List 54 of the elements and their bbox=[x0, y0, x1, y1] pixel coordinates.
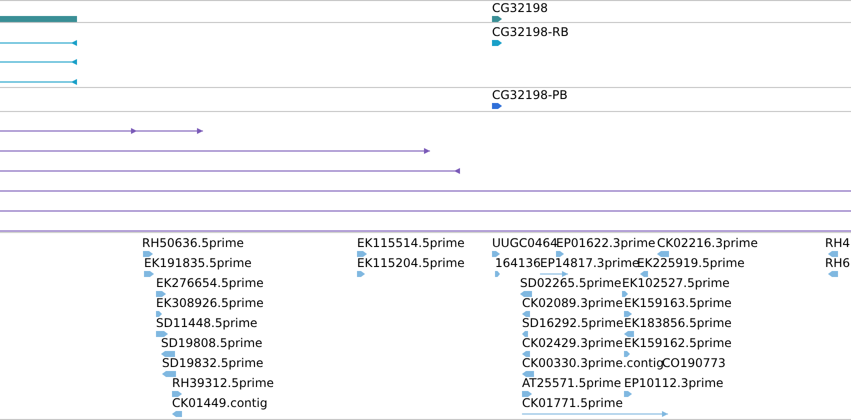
feature-label: CG32198 bbox=[492, 2, 548, 15]
feature-arrow[interactable] bbox=[657, 249, 669, 259]
feature-label: UUGC0464 bbox=[492, 237, 558, 250]
feature-label: CK01771.5prime bbox=[522, 397, 623, 410]
feature-label: EK115204.5prime bbox=[357, 257, 465, 270]
feature-arrow[interactable] bbox=[522, 389, 532, 399]
feature-label: RH6 bbox=[825, 257, 850, 270]
feature-line[interactable] bbox=[540, 269, 568, 279]
feature-label: SD16292.5prime bbox=[522, 317, 624, 330]
feature-arrow[interactable] bbox=[624, 329, 634, 339]
feature-arrow[interactable] bbox=[156, 329, 168, 339]
feature-label: EK115514.5prime bbox=[357, 237, 465, 250]
feature-arrow[interactable] bbox=[522, 329, 528, 339]
feature-arrow[interactable] bbox=[357, 249, 367, 259]
feature-arrow[interactable] bbox=[172, 389, 182, 399]
feature-arrow[interactable] bbox=[522, 309, 530, 319]
feature-label: CG32198-PB bbox=[492, 89, 568, 102]
feature-label: CK02216.3prime bbox=[657, 237, 758, 250]
feature-label: CK01449.contig bbox=[172, 397, 268, 410]
feature-label: EK225919.5prime bbox=[637, 257, 745, 270]
feature-label: EK276654.5prime bbox=[156, 277, 264, 290]
feature-label: 164136 bbox=[495, 257, 541, 270]
feature-label: CK02429.3prime bbox=[522, 337, 623, 350]
feature-label: EK159163.5prime bbox=[624, 297, 732, 310]
feature-label: CK00330.3prime.contig bbox=[522, 357, 664, 370]
feature-arrow[interactable] bbox=[622, 289, 628, 299]
feature-label: RH50636.5prime bbox=[142, 237, 244, 250]
feature-label: EK102527.5prime bbox=[622, 277, 730, 290]
feature-label: SD02265.5prime bbox=[520, 277, 622, 290]
feature-label: SD11448.5prime bbox=[156, 317, 258, 330]
feature-label: AT25571.5prime bbox=[522, 377, 622, 390]
feature-arrow[interactable] bbox=[156, 309, 162, 319]
feature-label: SD19832.5prime bbox=[162, 357, 264, 370]
feature-label: RH39312.5prime bbox=[172, 377, 274, 390]
feature-arrow[interactable] bbox=[624, 309, 632, 319]
feature-arrow[interactable] bbox=[520, 289, 532, 299]
feature-arrow[interactable] bbox=[156, 289, 166, 299]
feature-label: EK308926.5prime bbox=[156, 297, 264, 310]
feature-arrow[interactable] bbox=[143, 249, 153, 259]
feature-label: CK02089.3prime bbox=[522, 297, 623, 310]
feature-label: CO190773 bbox=[662, 357, 726, 370]
feature-arrow[interactable] bbox=[522, 349, 530, 359]
feature-label: CG32198-RB bbox=[492, 26, 569, 39]
feature-label: EK159162.5prime bbox=[624, 337, 732, 350]
feature-label: EK183856.5prime bbox=[624, 317, 732, 330]
feature-label: SD19808.5prime bbox=[161, 337, 262, 350]
feature-arrow[interactable] bbox=[522, 369, 534, 379]
feature-arrow[interactable] bbox=[161, 349, 175, 359]
feature-bar[interactable] bbox=[0, 14, 77, 24]
feature-label: EP10112.3prime bbox=[624, 377, 724, 390]
feature-label: RH4 bbox=[825, 237, 850, 250]
feature-label: EP14817.3prime bbox=[540, 257, 640, 270]
feature-label: EP01622.3prime bbox=[556, 237, 656, 250]
feature-label: EK191835.5prime bbox=[144, 257, 252, 270]
